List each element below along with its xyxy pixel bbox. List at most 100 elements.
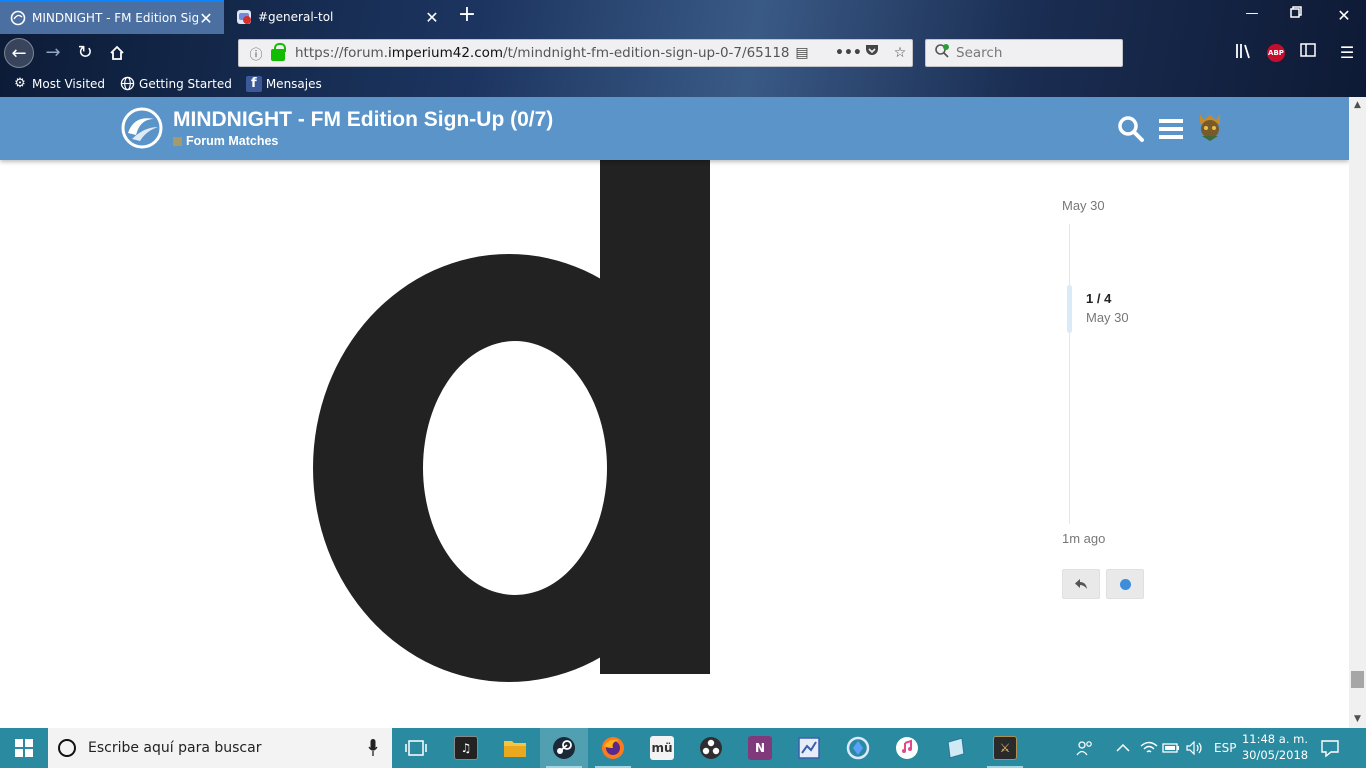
clock-time: 11:48 a. m. bbox=[1241, 732, 1308, 746]
tab-title: #general-tol bbox=[258, 10, 334, 24]
battery-icon[interactable] bbox=[1162, 728, 1180, 768]
info-icon[interactable]: ⓘ bbox=[247, 44, 265, 63]
search-input[interactable]: Search bbox=[925, 39, 1123, 67]
reader-view-icon[interactable]: ▤ bbox=[793, 44, 811, 62]
back-icon[interactable]: ← bbox=[4, 38, 34, 68]
clock-date: 30/05/2018 bbox=[1241, 748, 1309, 762]
show-hidden-icons-icon[interactable] bbox=[1116, 728, 1130, 768]
new-tab-icon[interactable]: + bbox=[456, 4, 478, 28]
forum-header: MINDNIGHT - FM Edition Sign-Up (0/7) For… bbox=[0, 97, 1349, 160]
notepad-app-icon[interactable] bbox=[932, 728, 980, 768]
browser-chrome: MINDNIGHT - FM Edition Sign ✕ #general-t… bbox=[0, 0, 1366, 97]
taskbar-search-input[interactable]: Escribe aquí para buscar bbox=[48, 728, 392, 768]
hamburger-menu-icon[interactable] bbox=[1157, 115, 1185, 143]
chart-app-icon[interactable] bbox=[785, 728, 833, 768]
bookmark-label: Getting Started bbox=[139, 77, 232, 91]
pocket-icon[interactable] bbox=[863, 44, 881, 62]
user-avatar[interactable] bbox=[1196, 112, 1224, 142]
timeline-track[interactable] bbox=[1069, 224, 1070, 524]
steam-icon[interactable] bbox=[540, 728, 588, 768]
onenote-icon[interactable]: N bbox=[736, 728, 784, 768]
category-color-badge bbox=[173, 136, 182, 146]
timeline-start-date[interactable]: May 30 bbox=[1062, 198, 1105, 213]
scroll-down-icon[interactable]: ▼ bbox=[1349, 711, 1366, 728]
tab-general-tol[interactable]: #general-tol ✕ bbox=[226, 0, 450, 34]
bookmark-label: Mensajes bbox=[265, 77, 322, 91]
task-view-icon[interactable] bbox=[392, 728, 440, 768]
facebook-icon: f bbox=[245, 76, 262, 92]
category-label: Forum Matches bbox=[186, 134, 279, 148]
timeline-position-date: May 30 bbox=[1086, 310, 1129, 325]
close-window-icon[interactable]: ✕ bbox=[1334, 6, 1354, 26]
reload-icon[interactable]: ↻ bbox=[70, 38, 100, 68]
imperium42-logo[interactable] bbox=[120, 107, 164, 149]
timeline-scroller-handle[interactable] bbox=[1067, 285, 1072, 333]
mu-editor-icon[interactable]: mü bbox=[638, 728, 686, 768]
game-app-icon[interactable]: ⚔ bbox=[981, 728, 1029, 768]
heroes-icon[interactable] bbox=[834, 728, 882, 768]
notification-level-button[interactable] bbox=[1106, 569, 1144, 599]
windows-start-button[interactable] bbox=[0, 728, 48, 768]
system-clock[interactable]: 11:48 a. m. 30/05/2018 bbox=[1240, 731, 1310, 763]
microphone-icon[interactable] bbox=[368, 739, 378, 757]
tab-strip: MINDNIGHT - FM Edition Sign ✕ #general-t… bbox=[0, 0, 1366, 34]
reply-button[interactable] bbox=[1062, 569, 1100, 599]
forum-favicon-icon bbox=[10, 10, 26, 26]
tab-mindnight[interactable]: MINDNIGHT - FM Edition Sign ✕ bbox=[0, 0, 224, 34]
volume-icon[interactable] bbox=[1186, 728, 1204, 768]
tracking-dot-icon bbox=[1119, 578, 1131, 590]
category-link[interactable]: Forum Matches bbox=[173, 134, 278, 148]
navigation-bar: ← → ↻ ⓘ https://forum.imperium42.com/t/m… bbox=[0, 34, 1366, 72]
people-icon[interactable] bbox=[1076, 728, 1094, 768]
topic-timeline: May 30 1 / 4 May 30 1m ago bbox=[1060, 97, 1260, 728]
scroll-up-icon[interactable]: ▲ bbox=[1349, 97, 1366, 114]
discord-favicon-icon bbox=[237, 10, 251, 24]
bookmark-most-visited[interactable]: ⚙ Most Visited bbox=[12, 76, 105, 92]
bookmark-getting-started[interactable]: Getting Started bbox=[119, 76, 232, 92]
action-center-icon[interactable] bbox=[1320, 738, 1340, 758]
close-tab-icon[interactable]: ✕ bbox=[424, 8, 440, 27]
windows-taskbar: Escribe aquí para buscar ♫ mü N ⚔ ESP 11… bbox=[0, 728, 1366, 768]
sidebar-icon[interactable] bbox=[1298, 43, 1318, 63]
bookmark-star-icon[interactable]: ☆ bbox=[891, 44, 909, 62]
file-explorer-icon[interactable] bbox=[491, 728, 539, 768]
topic-title[interactable]: MINDNIGHT - FM Edition Sign-Up (0/7) bbox=[173, 108, 553, 132]
post-image-logo bbox=[313, 160, 710, 682]
bookmark-mensajes[interactable]: f Mensajes bbox=[245, 76, 322, 92]
taskbar-search-placeholder: Escribe aquí para buscar bbox=[88, 740, 262, 756]
windows-logo-icon bbox=[15, 739, 33, 757]
adblock-plus-icon[interactable]: ABP bbox=[1267, 44, 1285, 62]
url-text[interactable]: https://forum.imperium42.com/t/mindnight… bbox=[295, 45, 790, 61]
forward-icon[interactable]: → bbox=[38, 38, 68, 68]
minimize-icon[interactable]: — bbox=[1242, 6, 1262, 26]
itunes-icon[interactable] bbox=[883, 728, 931, 768]
bookmarks-toolbar: ⚙ Most Visited Getting Started f Mensaje… bbox=[0, 72, 1366, 96]
page-content: MINDNIGHT - FM Edition Sign-Up (0/7) For… bbox=[0, 97, 1349, 728]
home-icon[interactable] bbox=[102, 38, 132, 68]
search-placeholder: Search bbox=[956, 45, 1003, 61]
close-tab-icon[interactable]: ✕ bbox=[198, 9, 214, 28]
search-icon[interactable] bbox=[1117, 115, 1145, 143]
search-engine-icon bbox=[932, 43, 952, 63]
lock-icon[interactable] bbox=[271, 43, 286, 61]
globe-icon bbox=[119, 76, 135, 92]
timeline-position: 1 / 4 bbox=[1086, 291, 1112, 306]
reply-icon bbox=[1075, 579, 1087, 589]
cortana-icon bbox=[58, 739, 76, 757]
wifi-icon[interactable] bbox=[1140, 728, 1158, 768]
library-icon[interactable] bbox=[1234, 43, 1254, 63]
timeline-end-label[interactable]: 1m ago bbox=[1062, 531, 1105, 546]
piano-app-icon[interactable]: ♫ bbox=[442, 728, 490, 768]
obs-icon[interactable] bbox=[687, 728, 735, 768]
input-language-indicator[interactable]: ESP bbox=[1214, 728, 1236, 768]
scrollbar-thumb[interactable] bbox=[1351, 671, 1364, 688]
bookmark-label: Most Visited bbox=[32, 77, 106, 91]
page-actions-icon[interactable]: ••• bbox=[835, 44, 862, 62]
tab-title: MINDNIGHT - FM Edition Sign bbox=[32, 11, 198, 25]
page-scrollbar[interactable]: ▲ ▼ bbox=[1349, 97, 1366, 728]
address-bar[interactable]: ⓘ https://forum.imperium42.com/t/mindnig… bbox=[238, 39, 913, 67]
restore-icon[interactable] bbox=[1286, 6, 1306, 26]
menu-icon[interactable]: ☰ bbox=[1337, 43, 1357, 63]
gear-icon: ⚙ bbox=[14, 76, 26, 91]
firefox-icon[interactable] bbox=[589, 728, 637, 768]
